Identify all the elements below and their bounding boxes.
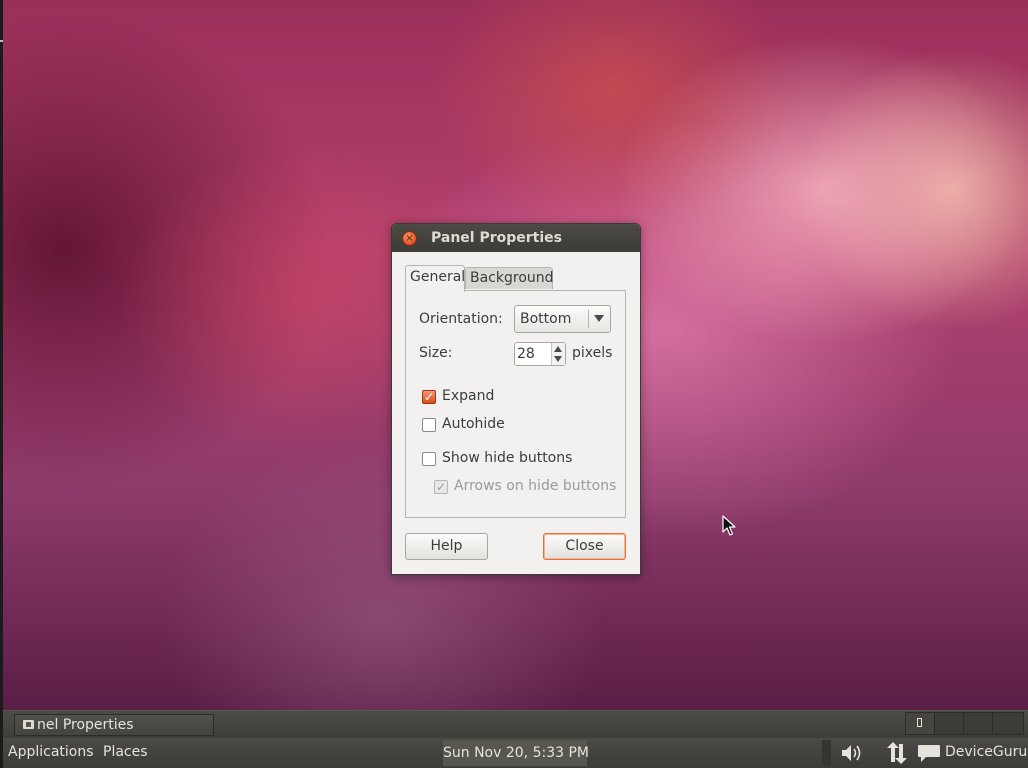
window-close-icon[interactable]: × — [402, 231, 417, 246]
spin-down-icon[interactable] — [554, 356, 562, 362]
workspace-window-icon — [917, 718, 922, 727]
orientation-label: Orientation: — [419, 311, 503, 327]
combo-separator — [588, 310, 589, 328]
workspace-switcher[interactable] — [905, 712, 1024, 735]
help-button[interactable]: Help — [405, 533, 488, 560]
workspace-2[interactable] — [935, 713, 964, 734]
tab-general[interactable]: General — [405, 265, 465, 292]
mouse-pointer-icon — [722, 515, 736, 536]
autohide-checkbox[interactable] — [422, 418, 436, 432]
spin-up-icon[interactable] — [554, 346, 562, 352]
spin-buttons[interactable] — [551, 343, 565, 365]
workspace-4[interactable] — [993, 713, 1022, 734]
edge-mark — [0, 40, 3, 42]
taskbar-item-panel-properties[interactable]: nel Properties — [14, 714, 214, 736]
tab-background[interactable]: Background — [465, 267, 554, 289]
arrows-on-hide-buttons-label: Arrows on hide buttons — [454, 478, 617, 494]
network-arrows-icon[interactable] — [884, 741, 910, 765]
size-value: 28 — [517, 346, 535, 362]
window-icon — [23, 720, 34, 729]
arrows-on-hide-buttons-checkbox: ✓ — [434, 480, 448, 494]
orientation-combo[interactable]: Bottom — [514, 305, 611, 333]
orientation-value: Bottom — [520, 311, 572, 327]
show-hide-buttons-checkbox[interactable] — [422, 452, 436, 466]
workspace-3[interactable] — [964, 713, 993, 734]
size-spinbutton[interactable]: 28 — [514, 342, 566, 366]
screen-edge — [0, 0, 3, 768]
places-menu[interactable]: Places — [103, 744, 148, 760]
autohide-label[interactable]: Autohide — [442, 416, 505, 432]
size-label: Size: — [419, 345, 453, 361]
taskbar-item-label: nel Properties — [37, 717, 134, 733]
size-unit: pixels — [572, 345, 613, 361]
dialog-title: Panel Properties — [431, 230, 562, 246]
volume-icon[interactable] — [840, 741, 866, 765]
clock[interactable]: Sun Nov 20, 5:33 PM — [443, 740, 589, 766]
workspace-1[interactable] — [906, 713, 935, 734]
chevron-down-icon — [594, 315, 604, 322]
user-menu[interactable]: DeviceGuru — [945, 744, 1027, 760]
tray-separator — [822, 740, 831, 766]
expand-label[interactable]: Expand — [442, 388, 494, 404]
show-hide-buttons-label[interactable]: Show hide buttons — [442, 450, 572, 466]
applications-menu[interactable]: Applications — [8, 744, 94, 760]
chat-bubble-icon[interactable] — [916, 741, 942, 765]
dialog-titlebar[interactable]: × Panel Properties — [392, 224, 640, 252]
expand-checkbox[interactable]: ✓ — [422, 390, 436, 404]
close-button[interactable]: Close — [543, 533, 626, 560]
